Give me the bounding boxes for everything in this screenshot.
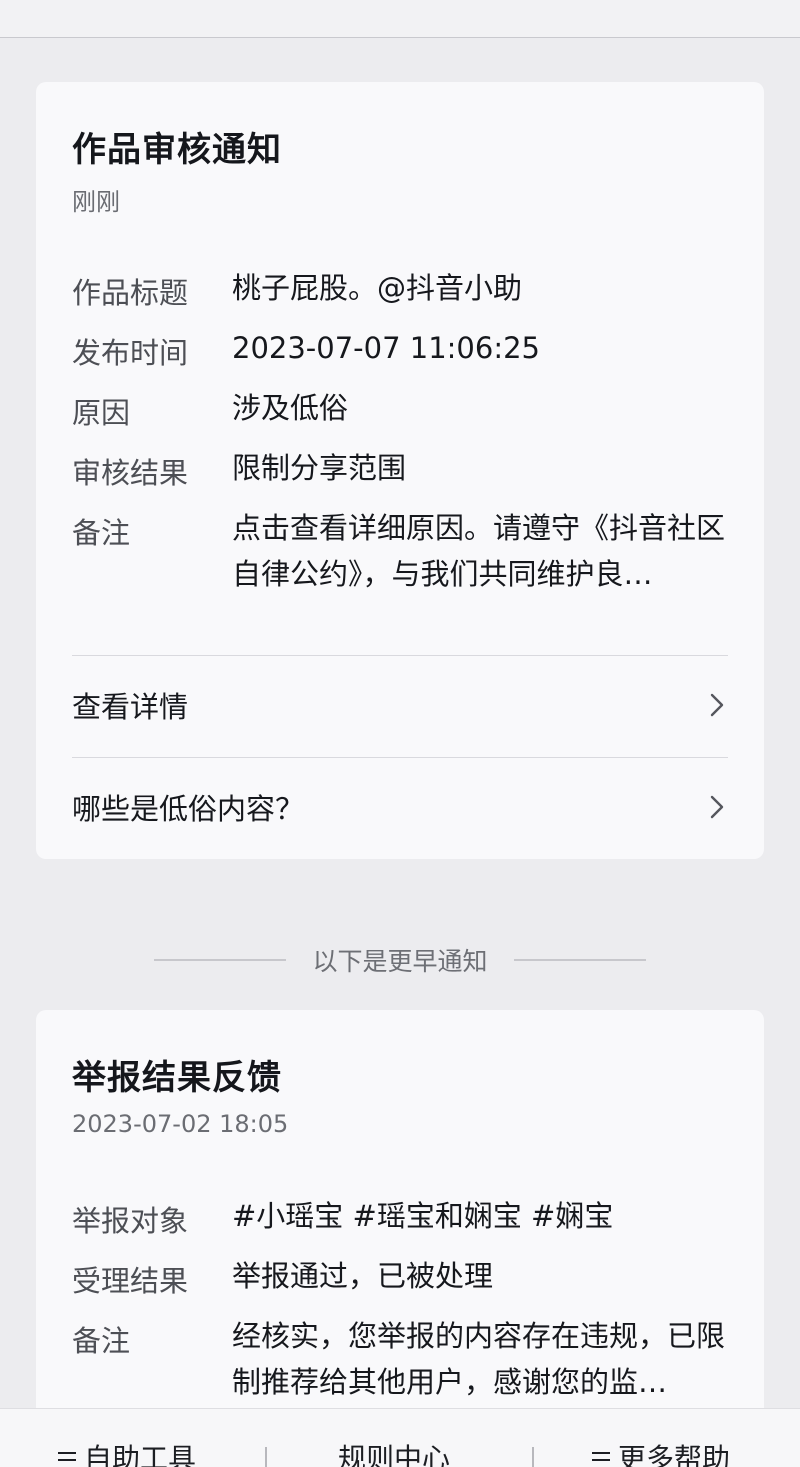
menu-icon <box>58 1450 76 1464</box>
row-label: 备注 <box>72 516 131 550</box>
card-timestamp: 刚刚 <box>72 188 120 216</box>
remark-text[interactable]: 点击查看详细原因。请遵守《抖音社区自律公约》，与我们共同维护良… <box>232 505 732 597</box>
rules-center-button[interactable]: 规则中心 <box>338 1437 450 1467</box>
earlier-notices-separator: 以下是更早通知 <box>0 940 800 980</box>
more-help-button[interactable]: 更多帮助 <box>592 1437 730 1467</box>
card-timestamp: 2023-07-02 18:05 <box>72 1110 289 1138</box>
review-notice-card: 作品审核通知 刚刚 作品标题 桃子屁股。@抖音小助 发布时间 2023-07-0… <box>36 82 764 859</box>
menu-icon <box>592 1450 610 1464</box>
row-label: 审核结果 <box>72 456 189 490</box>
row-label: 受理结果 <box>72 1264 189 1298</box>
row-value: 2023-07-07 11:06:25 <box>232 331 540 365</box>
row-value: 限制分享范围 <box>232 451 407 485</box>
row-label: 发布时间 <box>72 336 189 370</box>
row-label: 举报对象 <box>72 1204 189 1238</box>
card-title: 举报结果反馈 <box>72 1058 282 1098</box>
row-value: #小瑶宝 #瑶宝和娴宝 #娴宝 <box>232 1199 614 1233</box>
link-label: 哪些是低俗内容？ <box>72 792 305 826</box>
bottom-toolbar: 自助工具 规则中心 更多帮助 <box>0 1408 800 1467</box>
separator-line <box>513 959 646 961</box>
bottom-item-label: 规则中心 <box>338 1442 451 1467</box>
row-value: 涉及低俗 <box>232 391 349 425</box>
row-value: 桃子屁股。@抖音小助 <box>232 271 523 305</box>
row-label: 作品标题 <box>72 276 189 310</box>
view-details-link[interactable]: 查看详情 <box>72 675 728 735</box>
row-label: 备注 <box>72 1324 131 1358</box>
vulgar-content-info-link[interactable]: 哪些是低俗内容？ <box>72 777 728 837</box>
row-label: 原因 <box>72 396 131 430</box>
separator-text: 以下是更早通知 <box>312 947 488 976</box>
remark-text[interactable]: 经核实，您举报的内容存在违规，已限制推荐给其他用户，感谢您的监… <box>232 1313 732 1405</box>
chevron-right-icon <box>710 693 724 717</box>
bottom-item-label: 自助工具 <box>84 1442 197 1467</box>
chevron-right-icon <box>710 795 724 819</box>
bottom-item-label: 更多帮助 <box>618 1442 731 1467</box>
toolbar-divider <box>532 1447 534 1467</box>
card-title: 作品审核通知 <box>72 130 282 170</box>
toolbar-divider <box>265 1447 267 1467</box>
link-label: 查看详情 <box>72 690 189 724</box>
divider <box>72 655 728 656</box>
self-service-tools-button[interactable]: 自助工具 <box>58 1437 196 1467</box>
separator-line <box>154 959 287 961</box>
top-bar <box>0 0 800 38</box>
divider <box>72 757 728 758</box>
row-value: 举报通过，已被处理 <box>232 1259 494 1293</box>
report-feedback-card: 举报结果反馈 2023-07-02 18:05 举报对象 #小瑶宝 #瑶宝和娴宝… <box>36 1010 764 1430</box>
